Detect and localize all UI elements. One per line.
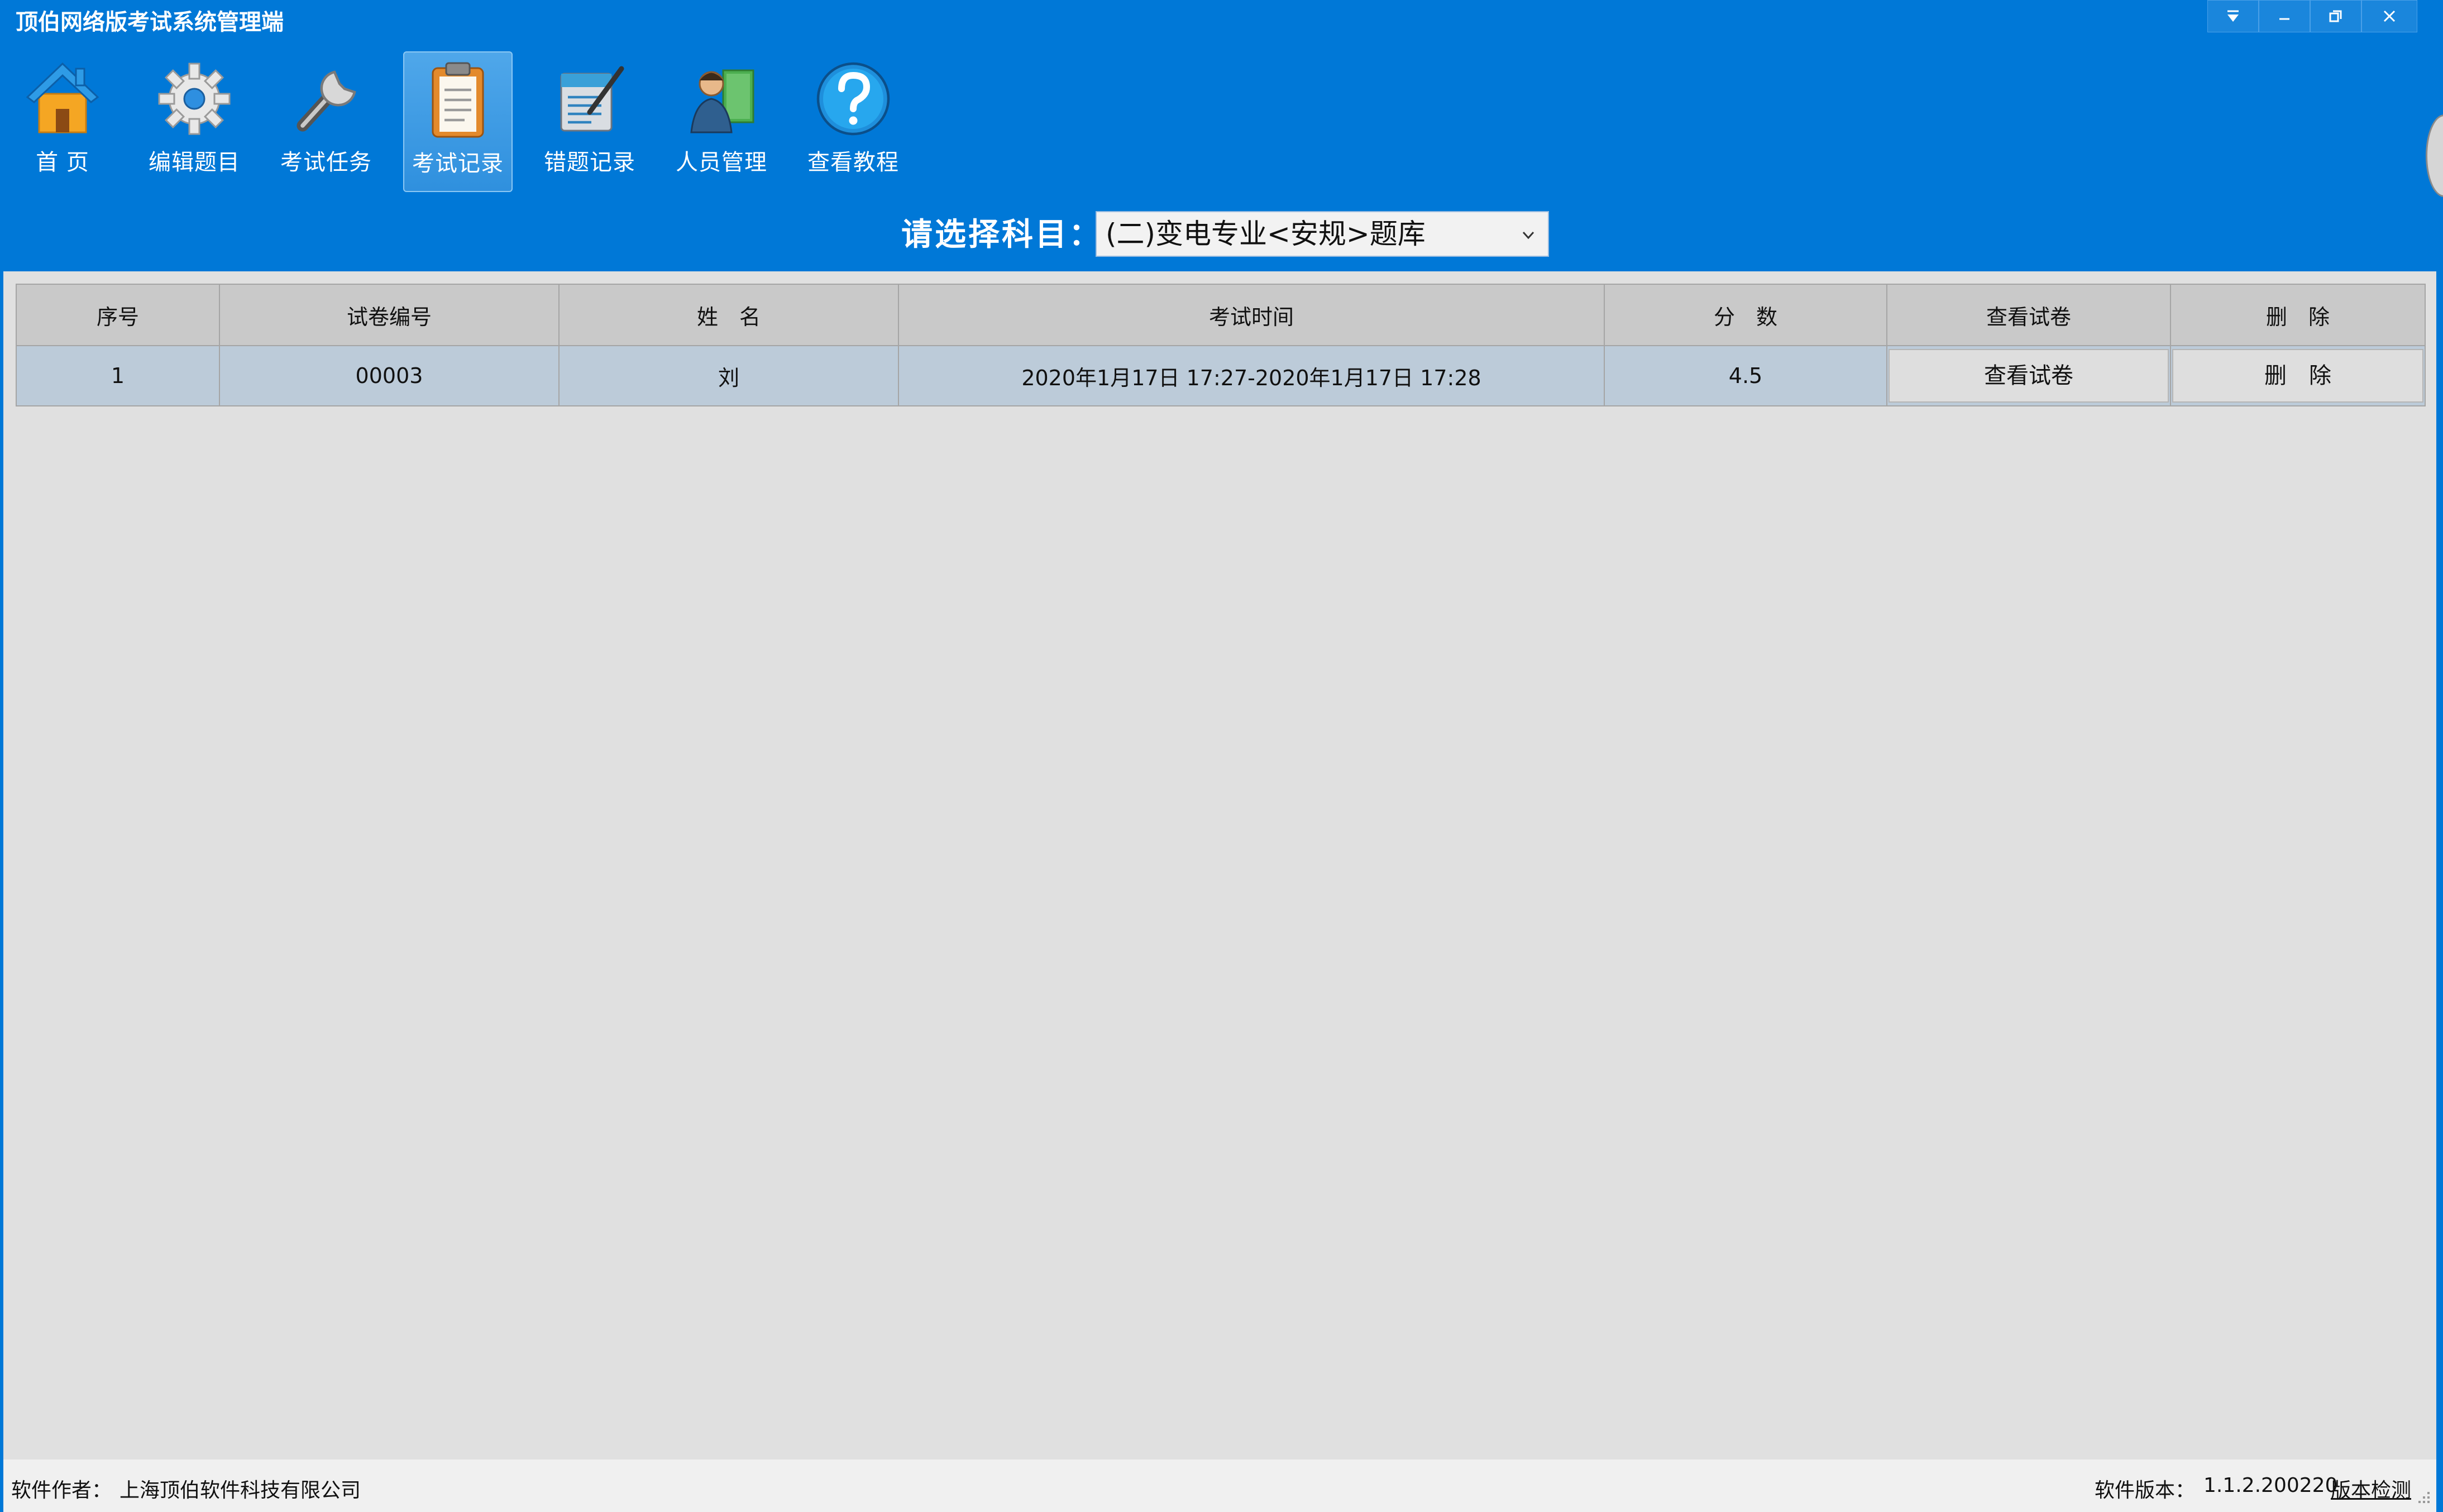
toolbar-exam-tasks[interactable]: 考试任务 <box>271 51 381 192</box>
toolbar-exam-records-label: 考试记录 <box>412 151 504 176</box>
version-value: 1.1.2.200220 <box>2203 1474 2338 1497</box>
version-check-link[interactable]: 版本检测 <box>2331 1474 2411 1503</box>
app-window: 顶伯网络版考试系统管理端 首 页 编辑题目 考试任务 考试记录 错题记录 人员管… <box>0 0 2443 1512</box>
column-header[interactable]: 删 除 <box>2170 284 2426 346</box>
subject-label: 请选择科目： <box>901 216 1102 253</box>
restore-icon <box>2329 10 2342 22</box>
toolbar-wrong-questions[interactable]: 错题记录 <box>535 51 644 192</box>
minimize-button[interactable] <box>2259 0 2310 32</box>
author-value: 上海顶伯软件科技有限公司 <box>119 1479 361 1502</box>
records-table: 序号 试卷编号 姓 名 考试时间 分 数 查看试卷 删 除 1 00003 刘 … <box>16 284 2426 406</box>
window-title: 顶伯网络版考试系统管理端 <box>16 9 284 35</box>
toolbar-tutorial-label: 查看教程 <box>807 150 899 175</box>
cell-view: 查看试卷 <box>1886 345 2171 406</box>
subject-select-value: (二)变电专业<安规>题库 <box>1106 218 1426 250</box>
toolbar-edit-questions-label: 编辑题目 <box>149 150 240 175</box>
cell-delete: 删 除 <box>2170 345 2426 406</box>
toolbar-edit-questions[interactable]: 编辑题目 <box>140 51 249 192</box>
dropdown-icon <box>2227 10 2239 22</box>
close-button[interactable] <box>2361 0 2417 32</box>
notebook-pen-icon <box>560 66 624 132</box>
clipboard-icon <box>432 62 484 138</box>
column-header[interactable]: 姓 名 <box>558 284 899 346</box>
cell-index: 1 <box>16 345 220 406</box>
close-icon <box>2383 10 2396 22</box>
table-row[interactable]: 1 00003 刘 2020年1月17日 17:27-2020年1月17日 17… <box>16 345 2426 406</box>
home-icon <box>26 62 99 133</box>
minimize-icon <box>2279 18 2289 20</box>
resize-grip-icon[interactable] <box>2414 1490 2431 1506</box>
records-panel: 序号 试卷编号 姓 名 考试时间 分 数 查看试卷 删 除 1 00003 刘 … <box>3 271 2436 1460</box>
restore-button[interactable] <box>2310 0 2361 32</box>
cell-name: 刘 <box>558 345 899 406</box>
toolbar-personnel[interactable]: 人员管理 <box>667 51 776 192</box>
chevron-down-icon <box>1522 231 1534 240</box>
wrench-icon <box>297 70 356 132</box>
delete-button[interactable]: 删 除 <box>2172 349 2423 403</box>
column-header[interactable]: 查看试卷 <box>1886 284 2171 346</box>
column-header[interactable]: 考试时间 <box>898 284 1605 346</box>
toolbar-exam-records[interactable]: 考试记录 <box>403 51 513 192</box>
toolbar-exam-tasks-label: 考试任务 <box>280 150 372 175</box>
subject-select[interactable]: (二)变电专业<安规>题库 <box>1096 211 1549 257</box>
toolbar-personnel-label: 人员管理 <box>676 150 767 175</box>
version-label: 软件版本： <box>2095 1479 2196 1502</box>
gear-icon <box>158 63 231 135</box>
column-header[interactable]: 序号 <box>16 284 220 346</box>
toolbar-tutorial[interactable]: 查看教程 <box>799 51 908 192</box>
column-header[interactable]: 试卷编号 <box>219 284 560 346</box>
view-paper-button[interactable]: 查看试卷 <box>1889 349 2169 403</box>
status-bar: 软件作者： 上海顶伯软件科技有限公司 软件版本： 1.1.2.200220 版本… <box>3 1460 2436 1512</box>
author-label: 软件作者： <box>11 1479 112 1502</box>
table-header-row: 序号 试卷编号 姓 名 考试时间 分 数 查看试卷 删 除 <box>16 284 2426 346</box>
toolbar-wrong-questions-label: 错题记录 <box>544 150 635 175</box>
column-header[interactable]: 分 数 <box>1604 284 1887 346</box>
toolbar-home-label: 首 页 <box>36 150 89 175</box>
toolbar-home[interactable]: 首 页 <box>8 51 117 192</box>
person-book-icon <box>690 69 754 133</box>
cell-exam-time: 2020年1月17日 17:27-2020年1月17日 17:28 <box>898 345 1605 406</box>
cell-paper-id: 00003 <box>219 345 560 406</box>
side-handle[interactable] <box>2426 114 2443 197</box>
help-icon <box>816 62 890 136</box>
cell-score: 4.5 <box>1604 345 1887 406</box>
dropdown-button[interactable] <box>2207 0 2259 32</box>
